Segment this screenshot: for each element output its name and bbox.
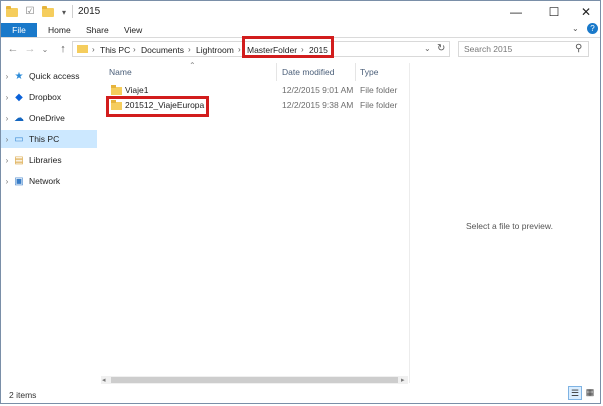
scrollbar-thumb[interactable] (111, 377, 398, 383)
folder-icon[interactable] (5, 5, 19, 19)
scroll-left-icon[interactable]: ◂ (102, 376, 106, 384)
breadcrumb-separator[interactable]: › (133, 45, 136, 54)
search-box[interactable]: Search 2015 ⚲ (458, 41, 589, 57)
dropbox-icon: ◆ (15, 91, 23, 103)
breadcrumb-documents[interactable]: Documents (141, 45, 184, 55)
file-tab[interactable]: File (1, 23, 37, 37)
cloud-icon: ☁ (14, 112, 24, 124)
breadcrumb-lightroom[interactable]: Lightroom (196, 45, 234, 55)
status-item-count: 2 items (9, 390, 37, 400)
explorer-window: ☑ ▾ 2015 — ☐ ✕ File Home Share View ⌄ ? … (0, 0, 601, 404)
title-bar: ☑ ▾ 2015 — ☐ ✕ (1, 1, 600, 23)
chevron-right-icon[interactable]: › (1, 135, 13, 144)
column-divider[interactable] (355, 63, 356, 81)
nav-label: OneDrive (29, 113, 65, 123)
file-type: File folder (360, 100, 398, 110)
column-header-name[interactable]: Name (109, 67, 132, 77)
chevron-right-icon[interactable]: › (1, 72, 13, 81)
properties-icon[interactable]: ☑ (23, 4, 37, 18)
minimize-button[interactable]: — (497, 1, 535, 23)
folder-icon (111, 85, 122, 95)
network-icon: ▣ (14, 175, 24, 187)
sort-ascending-icon: ⌃ (189, 61, 196, 70)
refresh-icon[interactable]: ↻ (437, 43, 445, 54)
nav-label: Libraries (29, 155, 62, 165)
address-dropdown-icon[interactable]: ⌄ (424, 44, 431, 53)
recent-locations-icon[interactable]: ⌄ (38, 42, 52, 56)
chevron-right-icon[interactable]: › (1, 156, 13, 165)
file-date: 12/2/2015 9:01 AM (282, 85, 354, 95)
column-header-date-modified[interactable]: Date modified (282, 67, 334, 77)
nav-item-libraries[interactable]: › ▤ Libraries (1, 151, 97, 169)
forward-arrow-icon[interactable]: → (23, 42, 37, 56)
large-icons-view-icon[interactable]: ▦ (584, 386, 596, 398)
nav-item-this-pc[interactable]: › ▭ This PC (1, 130, 97, 148)
file-name: Viaje1 (125, 85, 149, 95)
address-highlight-box (242, 36, 334, 58)
help-icon[interactable]: ? (587, 23, 598, 34)
file-highlight-box (106, 96, 209, 117)
nav-item-onedrive[interactable]: › ☁ OneDrive (1, 109, 97, 127)
nav-label: This PC (29, 134, 60, 144)
nav-item-quick-access[interactable]: › ★ Quick access (1, 67, 97, 85)
computer-icon: ▭ (14, 133, 24, 145)
column-divider[interactable] (276, 63, 277, 81)
details-view-icon[interactable]: ☰ (568, 386, 582, 400)
tab-share[interactable]: Share (86, 25, 109, 35)
search-placeholder: Search 2015 (464, 44, 513, 54)
nav-item-dropbox[interactable]: › ◆ Dropbox (1, 88, 97, 106)
nav-label: Quick access (29, 71, 80, 81)
preview-message: Select a file to preview. (466, 221, 553, 231)
column-header-type[interactable]: Type (360, 67, 378, 77)
chevron-right-icon[interactable]: › (1, 177, 13, 186)
window-title: 2015 (78, 6, 101, 17)
close-button[interactable]: ✕ (567, 1, 603, 23)
title-divider (72, 5, 73, 18)
back-arrow-icon[interactable]: ← (6, 42, 20, 56)
new-folder-icon[interactable] (41, 5, 55, 19)
location-folder-icon (77, 45, 88, 53)
preview-pane: Select a file to preview. (409, 63, 600, 383)
chevron-down-icon[interactable]: ⌄ (572, 24, 579, 33)
search-icon[interactable]: ⚲ (575, 43, 582, 54)
navigation-pane: › ★ Quick access › ◆ Dropbox › ☁ OneDriv… (1, 63, 97, 383)
chevron-right-icon[interactable]: › (1, 114, 13, 123)
scroll-right-icon[interactable]: ▸ (401, 376, 405, 384)
breadcrumb-separator[interactable]: › (188, 45, 191, 54)
file-date: 12/2/2015 9:38 AM (282, 100, 354, 110)
tab-view[interactable]: View (124, 25, 142, 35)
nav-item-network[interactable]: › ▣ Network (1, 172, 97, 190)
nav-label: Dropbox (29, 92, 62, 102)
horizontal-scrollbar[interactable]: ◂ ▸ (101, 376, 408, 384)
libraries-icon: ▤ (14, 154, 24, 166)
file-type: File folder (360, 85, 398, 95)
breadcrumb-separator[interactable]: › (92, 45, 95, 54)
tab-home[interactable]: Home (48, 25, 71, 35)
breadcrumb-separator[interactable]: › (238, 45, 241, 54)
up-arrow-icon[interactable]: ↑ (56, 42, 70, 56)
breadcrumb-this-pc[interactable]: This PC (100, 45, 130, 55)
quick-access-toolbar-dropdown-icon[interactable]: ▾ (57, 5, 71, 19)
chevron-right-icon[interactable]: › (1, 93, 13, 102)
nav-label: Network (29, 176, 61, 186)
star-icon: ★ (14, 70, 24, 82)
